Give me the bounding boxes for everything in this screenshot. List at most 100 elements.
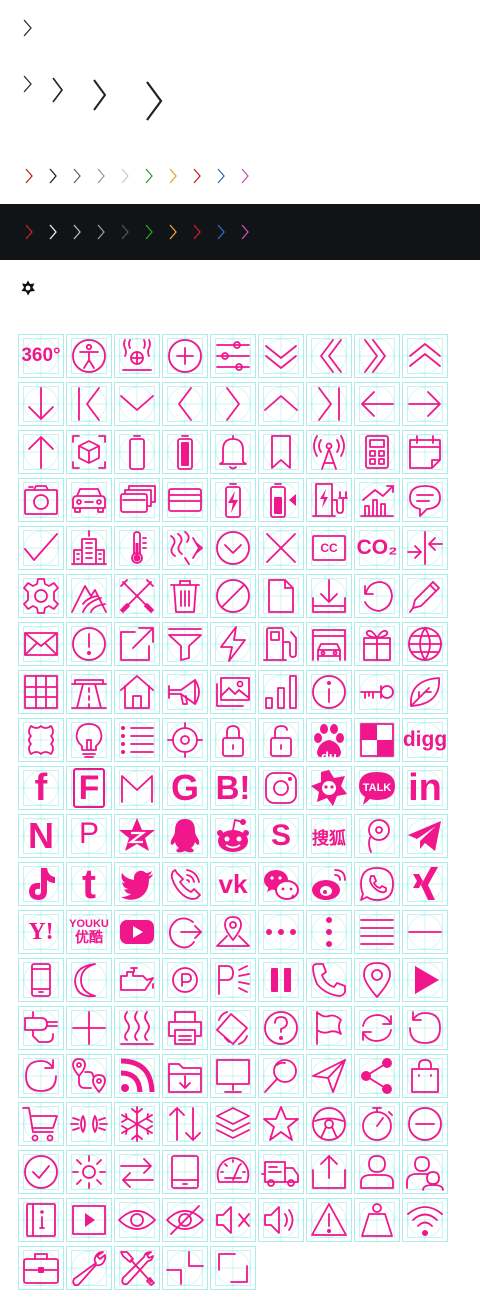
arrow-left-icon: [361, 391, 394, 417]
chart-trend-icon: [360, 485, 394, 517]
air-heating-icon: [122, 339, 152, 371]
icon-cell: [18, 1150, 64, 1194]
chevron-right-icon: [241, 168, 249, 184]
icon-cell: [306, 766, 352, 810]
icon-cell: [402, 814, 448, 858]
icon-cell: [114, 1102, 160, 1146]
icon-cell: B!: [210, 766, 256, 810]
icon-cell: [162, 1054, 208, 1098]
list-icon: [121, 726, 154, 754]
chevron-right-icon: [23, 19, 32, 37]
icon-cell: G: [162, 766, 208, 810]
icon-cell: [354, 1006, 400, 1050]
icon-cell: [354, 670, 400, 714]
double-chevron-right-icon: [364, 339, 386, 373]
rotate-right-icon: [25, 1059, 57, 1092]
rotate-screen-icon: [216, 1011, 248, 1045]
play-icon: [415, 966, 439, 994]
terrain-road-icon: [71, 585, 107, 613]
lightning-icon: [220, 626, 246, 662]
icon-cell: [66, 718, 112, 762]
icon-cell: [66, 334, 112, 378]
foursquare-icon: F: [73, 768, 105, 808]
sohu-icon: 搜狐: [312, 828, 346, 848]
xing-icon: [413, 867, 438, 900]
minus-line-icon: [408, 931, 442, 933]
route-icon: [72, 1058, 106, 1093]
check-circle-icon: [24, 1155, 58, 1189]
icon-cell: [210, 1054, 256, 1098]
icon-cell: [402, 382, 448, 426]
icon-cell: [402, 670, 448, 714]
icon-cell: [210, 382, 256, 426]
arrow-down-icon: [28, 387, 54, 420]
icon-cell: [114, 622, 160, 666]
icon-cell: [306, 1198, 352, 1242]
wifi-icon: [407, 1206, 443, 1236]
battery-level-icon: [270, 483, 296, 518]
chevron-right-icon: [217, 168, 225, 184]
pencil-icon: [409, 581, 440, 613]
icon-cell: [162, 814, 208, 858]
icon-cell: [210, 670, 256, 714]
icon-cell: [354, 910, 400, 954]
envelope-icon: [24, 632, 58, 656]
chevron-down-icon: [120, 395, 154, 411]
chevron-right-icon: [145, 224, 153, 240]
star-icon: [263, 1106, 299, 1141]
double-chevron-up-icon: [409, 343, 441, 367]
icon-cell: t: [66, 860, 112, 907]
briefcase-icon: [23, 1253, 59, 1284]
broadcast-tower-icon: [313, 435, 345, 470]
icon-cell: [258, 622, 304, 666]
vk-icon: vk: [218, 868, 248, 899]
add-circle-icon: [168, 339, 202, 373]
image-gallery-icon: [216, 677, 250, 707]
icon-cell: [354, 718, 400, 762]
weight-icon: [361, 1203, 393, 1237]
yahoo-icon: Y!: [28, 918, 54, 945]
icon-cell: [18, 382, 64, 426]
icon-cell: [354, 814, 400, 858]
chevron-up-icon: [264, 395, 298, 411]
delicious-icon: [360, 723, 394, 757]
icon-cell: [66, 1006, 112, 1050]
icon-cell: [66, 958, 112, 1002]
prohibited-icon: [216, 579, 250, 613]
co2-icon: CO₂: [356, 536, 398, 559]
external-link-icon: [120, 627, 154, 661]
icon-cell: [114, 574, 160, 618]
icon-cell: [354, 622, 400, 666]
rotate-left-icon: [409, 1011, 441, 1044]
folder-download-icon: [168, 1063, 202, 1093]
credit-card-icon: [168, 488, 202, 512]
car-front-icon: [72, 488, 106, 513]
stopwatch-icon: [362, 1107, 393, 1141]
icon-cell: [162, 1198, 208, 1242]
icon-cell: [162, 526, 208, 570]
volume-mute-icon: [216, 1206, 250, 1234]
thermometer-icon: [131, 531, 147, 564]
lock-closed-icon: [222, 725, 244, 757]
sync-icon: [362, 1014, 392, 1042]
icon-cell: [402, 862, 448, 906]
plug-icon: [24, 1011, 58, 1043]
layers-icon: [216, 1107, 250, 1139]
qzone-icon: [119, 818, 155, 851]
chevron-left-icon: [178, 387, 192, 421]
icon-cell: YOUKU 优酷: [66, 910, 112, 954]
icon-cell: du: [306, 718, 352, 764]
icon-cell: [258, 1102, 304, 1146]
icon-cell: [210, 574, 256, 618]
more-horizontal-icon: [266, 929, 296, 935]
icon-cell: [114, 526, 160, 570]
icon-cell: [18, 622, 64, 666]
icon-cell: [258, 958, 304, 1002]
icon-cell: [306, 430, 352, 474]
exclamation-circle-icon: [72, 627, 106, 661]
icon-cell: [354, 574, 400, 618]
chevron-right-icon: [226, 387, 240, 421]
icon-cell: [258, 430, 304, 474]
leaf-icon: [410, 677, 440, 707]
highway-icon: [71, 679, 107, 709]
